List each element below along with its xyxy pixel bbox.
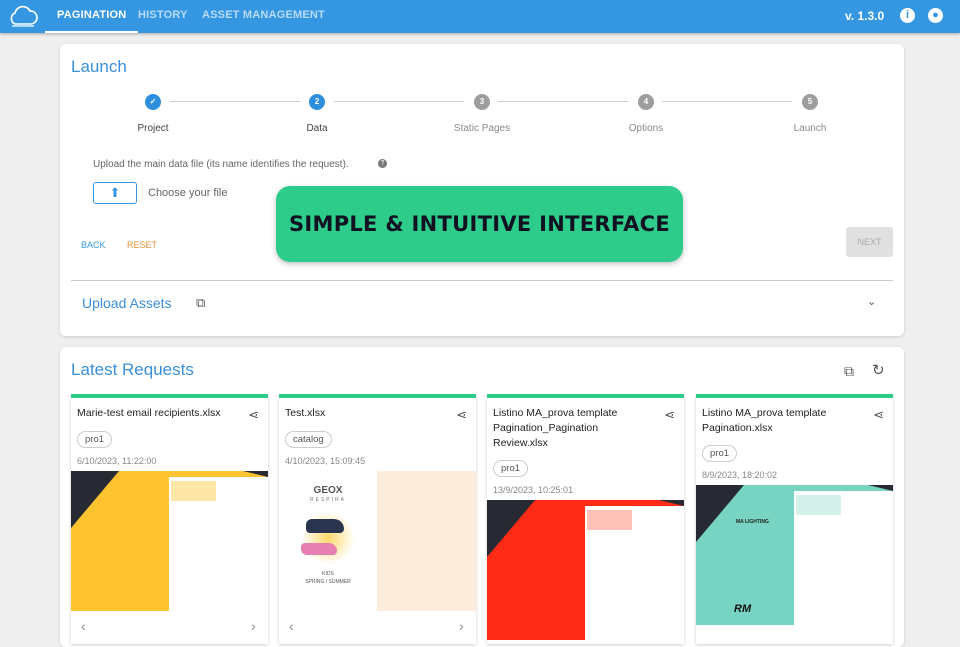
- brand-subtitle: RESPIRA: [310, 497, 346, 503]
- tab-asset-management[interactable]: ASSET MANAGEMENT: [202, 0, 325, 33]
- request-card[interactable]: Listino MA_prova template Pagination_Pag…: [487, 394, 684, 644]
- request-date: 13/9/2023, 10:25:01: [493, 485, 574, 495]
- refresh-icon[interactable]: ↻: [872, 361, 885, 379]
- request-title: Test.xlsx: [285, 407, 326, 419]
- tag-chip: catalog: [285, 431, 332, 448]
- request-title: Marie-test email recipients.xlsx: [77, 407, 221, 419]
- open-external-icon[interactable]: ⧉: [196, 295, 205, 311]
- request-date: 6/10/2023, 11:22:00: [77, 456, 157, 466]
- tag-chip: pro1: [702, 445, 738, 462]
- geox-logo: GEOX: [313, 485, 343, 496]
- preview-image: [487, 500, 684, 640]
- chevron-down-icon[interactable]: ⌄: [867, 295, 876, 308]
- step-data[interactable]: 2: [309, 94, 325, 110]
- info-icon[interactable]: i: [900, 8, 915, 23]
- request-title: Listino MA_prova template Pagination_Pag…: [493, 407, 618, 449]
- kids-label: KIDS: [322, 571, 334, 577]
- top-nav-bar: PAGINATION HISTORY ASSET MANAGEMENT v. 1…: [0, 0, 960, 33]
- stepper-line: [334, 101, 464, 102]
- tag-chip: pro1: [77, 431, 113, 448]
- ma-lighting-label: MA LIGHTING: [736, 519, 769, 525]
- preview-image: GEOX RESPIRA KIDS SPRING / SUMMER: [279, 471, 476, 611]
- cloud-logo-icon: [10, 5, 38, 27]
- latest-requests-title: Latest Requests: [71, 360, 194, 379]
- rm-logo: RM: [734, 603, 752, 615]
- upload-hint: Upload the main data file (its name iden…: [93, 159, 349, 170]
- next-button[interactable]: NEXT: [846, 227, 893, 257]
- next-arrow-icon[interactable]: ›: [251, 618, 256, 634]
- share-icon[interactable]: ⋖: [664, 407, 675, 423]
- open-external-icon[interactable]: ⧉: [844, 363, 854, 380]
- prev-arrow-icon[interactable]: ‹: [81, 618, 86, 634]
- upload-assets-title[interactable]: Upload Assets: [82, 295, 172, 311]
- step-label: Launch: [793, 123, 827, 134]
- request-title: Listino MA_prova template Pagination.xls…: [702, 407, 827, 434]
- choose-file-label[interactable]: Choose your file: [148, 187, 228, 199]
- season-label: SPRING / SUMMER: [305, 579, 351, 585]
- step-label: Project: [137, 123, 169, 134]
- promo-banner: SIMPLE & INTUITIVE INTERFACE: [276, 186, 683, 262]
- step-options[interactable]: 4: [638, 94, 654, 110]
- share-icon[interactable]: ⋖: [248, 407, 259, 423]
- request-card[interactable]: Test.xlsx ⋖ catalog 4/10/2023, 15:09:45 …: [279, 394, 476, 644]
- stepper-line: [170, 101, 300, 102]
- stepper-line: [662, 101, 792, 102]
- tag-chip: pro1: [493, 460, 529, 477]
- next-arrow-icon[interactable]: ›: [459, 618, 464, 634]
- prev-arrow-icon[interactable]: ‹: [289, 618, 294, 634]
- step-label: Data: [306, 123, 328, 134]
- version-label: v. 1.3.0: [845, 9, 885, 23]
- reset-button[interactable]: RESET: [127, 240, 157, 250]
- preview-image: MA LIGHTING RM: [696, 485, 893, 625]
- launch-title: Launch: [71, 57, 127, 76]
- step-launch[interactable]: 5: [802, 94, 818, 110]
- request-date: 4/10/2023, 15:09:45: [285, 456, 366, 466]
- share-icon[interactable]: ⋖: [873, 407, 884, 423]
- step-project-check-icon[interactable]: ✓: [145, 94, 161, 110]
- tab-pagination[interactable]: PAGINATION: [45, 0, 139, 33]
- back-button[interactable]: BACK: [81, 240, 106, 250]
- request-date: 8/9/2023, 18:20:02: [702, 470, 778, 480]
- tab-history[interactable]: HISTORY: [138, 0, 188, 33]
- step-label: Static Pages: [453, 123, 511, 134]
- account-circle-icon[interactable]: ●: [928, 8, 943, 23]
- request-card[interactable]: Marie-test email recipients.xlsx ⋖ pro1 …: [71, 394, 268, 644]
- preview-image: [71, 471, 268, 611]
- step-static-pages[interactable]: 3: [474, 94, 490, 110]
- upload-icon[interactable]: ⬆: [93, 182, 137, 204]
- stepper-line: [498, 101, 628, 102]
- help-icon[interactable]: ?: [378, 159, 387, 168]
- share-icon[interactable]: ⋖: [456, 407, 467, 423]
- divider: [71, 280, 893, 281]
- request-card[interactable]: Listino MA_prova template Pagination.xls…: [696, 394, 893, 644]
- step-label: Options: [628, 123, 664, 134]
